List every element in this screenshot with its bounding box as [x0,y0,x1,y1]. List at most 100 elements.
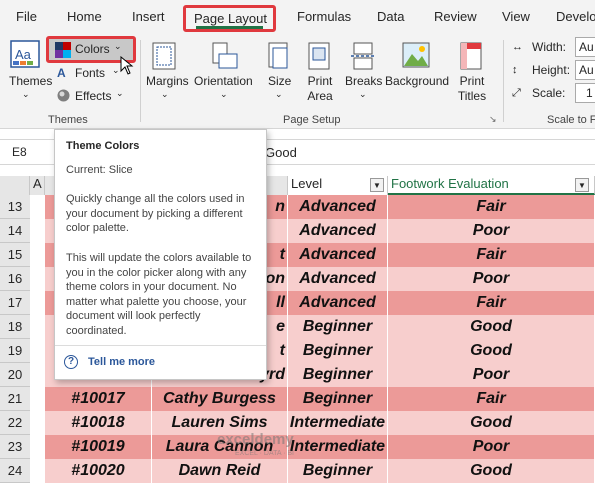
tab-page-layout[interactable]: Page Layout [183,5,276,32]
tab-page-layout-label: Page Layout [194,11,268,26]
id-cell[interactable]: #10019 [45,435,152,459]
level-cell[interactable]: Beginner [288,315,388,339]
level-cell[interactable]: Beginner [288,459,388,483]
id-cell[interactable]: #10020 [45,459,152,483]
column-a-cell[interactable] [30,267,45,291]
row-header[interactable]: 20 [0,363,30,387]
tooltip-current: Current: Slice [66,164,133,176]
tab-home[interactable]: Home [67,9,102,24]
row-header[interactable]: 15 [0,243,30,267]
row-header[interactable]: 22 [0,411,30,435]
row-header[interactable]: 21 [0,387,30,411]
filter-dropdown-icon[interactable]: ▼ [575,178,589,192]
tab-data[interactable]: Data [377,9,404,24]
name-cell[interactable]: Cathy Burgess [152,387,288,411]
name-box[interactable]: E8 [0,140,60,164]
column-a-cell[interactable] [30,411,45,435]
column-header-a[interactable]: A [30,176,45,195]
scale-input[interactable]: 1 [575,83,595,103]
column-a-cell[interactable] [30,459,45,483]
tab-formulas[interactable]: Formulas [297,9,351,24]
column-a-cell[interactable] [30,243,45,267]
level-cell[interactable]: Advanced [288,291,388,315]
column-a-cell[interactable] [30,315,45,339]
width-select[interactable]: Au [575,37,595,57]
watermark-text: exceldemy [217,431,294,448]
themes-icon: Aa [10,40,40,68]
row-header[interactable]: 16 [0,267,30,291]
column-a-cell[interactable] [30,195,45,219]
breaks-chevron-icon: ⌄ [359,89,367,99]
level-cell[interactable]: Intermediate [288,435,388,459]
id-cell[interactable]: #10018 [45,411,152,435]
evaluation-cell[interactable]: Poor [388,363,595,387]
level-cell[interactable]: Intermediate [288,411,388,435]
row-header[interactable]: 23 [0,435,30,459]
column-a-cell[interactable] [30,291,45,315]
mouse-cursor-icon [120,56,134,75]
row-header[interactable]: 24 [0,459,30,483]
column-a-cell[interactable] [30,435,45,459]
size-icon [268,42,288,69]
table-row: #10018 Lauren Sims Intermediate Good [30,411,595,435]
page-setup-dialog-launcher-icon[interactable]: ↘ [489,114,497,125]
evaluation-cell[interactable]: Good [388,411,595,435]
height-value: Au [579,63,594,77]
level-cell[interactable]: Advanced [288,243,388,267]
level-cell[interactable]: Advanced [288,195,388,219]
select-all-corner[interactable] [0,176,30,195]
tooltip-divider [55,345,266,346]
row-header[interactable]: 14 [0,219,30,243]
colors-palette-icon [55,42,71,58]
evaluation-cell[interactable]: Fair [388,387,595,411]
evaluation-cell[interactable]: Good [388,459,595,483]
name-box-value: E8 [12,145,27,159]
footwork-evaluation-header[interactable]: Footwork Evaluation ▼ [388,176,595,195]
evaluation-cell[interactable]: Fair [388,195,595,219]
row-header[interactable]: 19 [0,339,30,363]
column-a-cell[interactable] [30,219,45,243]
page-setup-group-label: Page Setup [283,114,341,126]
tab-review[interactable]: Review [434,9,477,24]
evaluation-cell[interactable]: Poor [388,219,595,243]
evaluation-cell[interactable]: Good [388,315,595,339]
tab-file[interactable]: File [16,9,37,24]
table-row: #10020 Dawn Reid Beginner Good [30,459,595,483]
name-cell[interactable]: Dawn Reid [152,459,288,483]
background-icon [402,42,430,68]
column-a-cell[interactable] [30,363,45,387]
evaluation-cell[interactable]: Fair [388,291,595,315]
tab-insert[interactable]: Insert [132,9,165,24]
level-cell[interactable]: Beginner [288,363,388,387]
row-header[interactable]: 13 [0,195,30,219]
scale-group-label: Scale to F [547,114,595,126]
column-a-cell[interactable] [30,339,45,363]
table-row: #10019 Laura Cannon Intermediate Poor [30,435,595,459]
evaluation-cell[interactable]: Poor [388,267,595,291]
level-header-label: Level [291,176,323,191]
evaluation-cell[interactable]: Poor [388,435,595,459]
tell-me-more-link[interactable]: Tell me more [88,356,155,368]
column-a-cell[interactable] [30,387,45,411]
tooltip-title: Theme Colors [66,140,140,152]
width-label: Width: [532,40,567,54]
level-cell[interactable]: Advanced [288,219,388,243]
orientation-label: Orientation [194,74,253,88]
level-header[interactable]: Level ▼ [288,176,388,195]
level-cell[interactable]: Beginner [288,387,388,411]
print-titles-label: Print Titles [457,74,487,103]
level-cell[interactable]: Advanced [288,267,388,291]
level-cell[interactable]: Beginner [288,339,388,363]
row-header[interactable]: 17 [0,291,30,315]
width-icon: ↔ [512,41,523,53]
tab-developer[interactable]: Develo [556,9,595,24]
formula-input[interactable]: Good [265,145,297,160]
evaluation-cell[interactable]: Fair [388,243,595,267]
tooltip-body-2: This will update the colors available to… [66,252,252,337]
filter-dropdown-icon[interactable]: ▼ [370,178,384,192]
tab-view[interactable]: View [502,9,530,24]
evaluation-cell[interactable]: Good [388,339,595,363]
height-select[interactable]: Au [575,60,595,80]
row-header[interactable]: 18 [0,315,30,339]
id-cell[interactable]: #10017 [45,387,152,411]
